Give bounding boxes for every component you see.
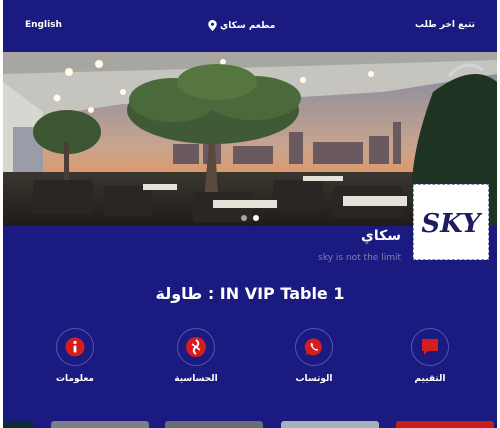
map-pin-icon — [208, 20, 217, 31]
whatsapp-button[interactable]: الوتساب — [269, 328, 359, 384]
review-icon — [422, 339, 438, 355]
store-tagline: sky is not the limit — [318, 253, 401, 263]
sky-logo-icon: SKY — [421, 209, 482, 239]
table-title: طاولة : IN VIP Table 1 — [155, 284, 345, 303]
whatsapp-icon — [304, 338, 322, 356]
allergy-button[interactable]: الحساسية — [151, 328, 241, 384]
whatsapp-circle — [295, 328, 333, 366]
allergy-circle — [177, 328, 215, 366]
language-switch[interactable]: English — [25, 20, 62, 30]
menu-card-strip[interactable] — [165, 421, 263, 428]
info-label: معلومات — [56, 374, 94, 384]
info-circle — [56, 328, 94, 366]
track-last-order-link[interactable]: تتبع اخر طلب — [415, 20, 475, 30]
menu-card-strip[interactable] — [3, 421, 33, 428]
svg-text:SKY: SKY — [421, 209, 482, 239]
restaurant-label: مطعم سكاي — [220, 20, 276, 31]
info-button[interactable]: معلومات — [30, 328, 120, 384]
restaurant-link[interactable]: مطعم سكاي — [208, 20, 275, 31]
review-label: التقييم — [414, 374, 446, 384]
review-circle — [411, 328, 449, 366]
store-name: سكاي — [361, 228, 401, 244]
info-icon — [65, 337, 85, 357]
app-frame: English مطعم سكاي تتبع اخر طلب SKY سكاي … — [3, 0, 497, 428]
store-logo: SKY — [413, 184, 489, 260]
allergy-label: الحساسية — [174, 374, 218, 384]
menu-card-strip[interactable] — [51, 421, 149, 428]
allergy-icon — [186, 337, 206, 357]
menu-card-strip[interactable] — [396, 421, 494, 428]
menu-card-strip[interactable] — [281, 421, 379, 428]
review-button[interactable]: التقييم — [385, 328, 475, 384]
top-bar: English مطعم سكاي تتبع اخر طلب — [3, 0, 497, 52]
whatsapp-label: الوتساب — [295, 374, 333, 384]
